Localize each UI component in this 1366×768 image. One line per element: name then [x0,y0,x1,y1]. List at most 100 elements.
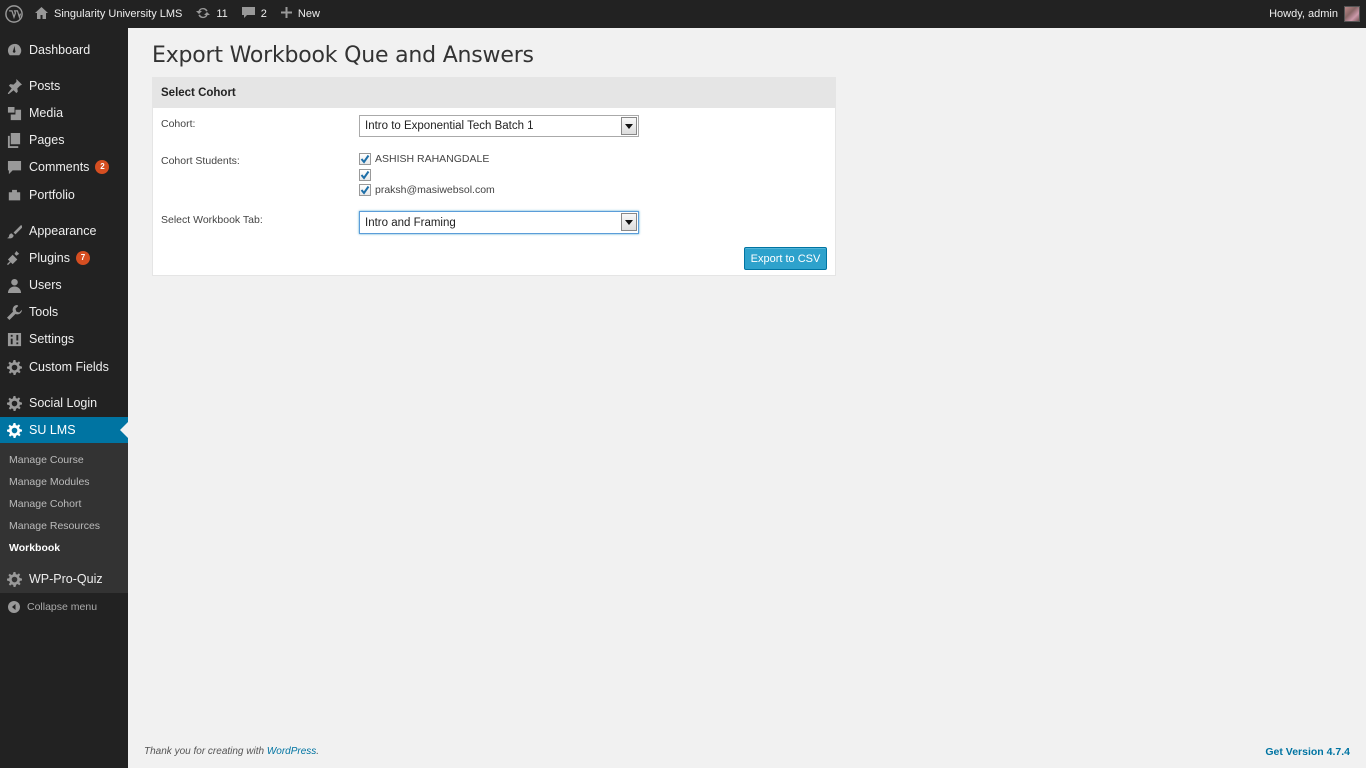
portfolio-icon [6,187,23,204]
sidebar-item-posts[interactable]: Posts [0,73,128,99]
pin-icon [6,78,23,95]
admin-bar: Singularity University LMS 11 2 New Howd… [0,0,1366,28]
sidebar-item-label: SU LMS [29,423,76,437]
sidebar-item-label: Pages [29,133,65,147]
brush-icon [6,223,23,240]
student-checkbox-row: praksh@masiwebsol.com [359,184,495,196]
sidebar-item-tools[interactable]: Tools [0,299,128,325]
avatar [1344,6,1360,22]
sidebar-item-pages[interactable]: Pages [0,127,128,153]
get-version-link[interactable]: Get Version 4.7.4 [1265,746,1350,758]
user-icon [6,277,23,294]
sidebar-item-label: Comments [29,160,90,174]
media-icon [6,105,23,122]
workbook-tab-select[interactable]: Intro and Framing [359,211,639,234]
gear-icon [6,395,23,412]
pages-icon [6,132,23,149]
collapse-menu-button[interactable]: Collapse menu [0,597,128,617]
student-checkbox[interactable] [359,184,371,196]
student-name: ASHISH RAHANGDALE [375,153,490,165]
collapse-arrow-icon [8,601,20,613]
wordpress-link[interactable]: WordPress [267,746,316,757]
submenu-item-manage-resources[interactable]: Manage Resources [9,520,100,532]
wrench-icon [6,304,23,321]
sidebar-item-label: Social Login [29,396,98,410]
sidebar-item-label: Portfolio [29,188,75,202]
workbook-tab-select-value: Intro and Framing [365,216,456,229]
select-cohort-box: Select Cohort Cohort: Intro to Exponenti… [152,77,836,276]
settings-icon [6,331,23,348]
greeting-label: Howdy, admin [1269,8,1338,20]
footer-thanks: Thank you for creating with WordPress. [144,746,319,757]
student-checkbox-row [359,169,375,181]
sidebar-item-label: Media [29,106,64,120]
comment-icon [241,6,255,22]
chevron-down-icon[interactable] [621,117,637,135]
sidebar-item-custom-fields[interactable]: Custom Fields [0,354,128,380]
site-name-label: Singularity University LMS [54,8,183,20]
student-checkbox-row: ASHISH RAHANGDALE [359,153,489,165]
cohort-label: Cohort: [161,118,196,130]
submenu-item-manage-cohort[interactable]: Manage Cohort [9,498,81,510]
sidebar-item-media[interactable]: Media [0,100,128,126]
notification-badge: 7 [76,251,90,265]
plus-icon [280,7,292,21]
new-label: New [297,8,320,20]
gear-icon [6,571,23,588]
plug-icon [6,250,23,267]
updates-link[interactable]: 11 [189,0,234,28]
sidebar-item-label: Dashboard [29,43,91,57]
sidebar-item-label: Plugins [29,251,70,265]
sidebar-item-label: WP-Pro-Quiz [29,572,103,586]
dashboard-icon [6,42,23,59]
cohort-select[interactable]: Intro to Exponential Tech Batch 1 [359,115,639,137]
sidebar-item-label: Settings [29,332,75,346]
gear-icon [6,359,23,376]
notification-badge: 2 [95,160,110,174]
footer-thanks-suffix: . [316,746,320,757]
sidebar-item-label: Appearance [29,224,97,238]
sidebar-item-settings[interactable]: Settings [0,326,128,352]
updates-count: 11 [216,8,228,20]
submenu-item-manage-modules[interactable]: Manage Modules [9,476,90,488]
sidebar-item-appearance[interactable]: Appearance [0,218,128,244]
collapse-menu-label: Collapse menu [27,601,98,613]
sidebar-item-label: Tools [29,305,59,319]
new-content-link[interactable]: New [274,0,327,28]
sidebar-item-label: Posts [29,79,61,93]
submenu-item-manage-course[interactable]: Manage Course [9,454,84,466]
cohort-select-value: Intro to Exponential Tech Batch 1 [365,120,534,132]
sidebar-item-comments[interactable]: Comments 2 [0,154,128,180]
sidebar-item-wp-pro-quiz[interactable]: WP-Pro-Quiz [0,566,128,592]
sidebar-item-label: Custom Fields [29,360,109,374]
admin-sidebar: Manage Course Manage Modules Manage Coho… [0,28,128,768]
sidebar-item-users[interactable]: Users [0,272,128,298]
sidebar-item-su-lms[interactable]: SU LMS [0,417,128,443]
page-title: Export Workbook Que and Answers [152,43,534,68]
sidebar-item-social-login[interactable]: Social Login [0,390,128,416]
home-icon [35,6,48,22]
sidebar-item-label: Users [29,278,62,292]
footer-thanks-prefix: Thank you for creating with [144,746,267,757]
refresh-icon [196,7,211,22]
sidebar-item-portfolio[interactable]: Portfolio [0,182,128,208]
export-csv-button[interactable]: Export to CSV [744,247,827,270]
workbook-tab-label: Select Workbook Tab: [161,214,263,226]
students-label: Cohort Students: [161,155,240,167]
sidebar-item-plugins[interactable]: Plugins 7 [0,245,128,271]
comments-link[interactable]: 2 [235,0,274,28]
student-checkbox[interactable] [359,153,371,165]
student-checkbox[interactable] [359,169,371,181]
student-name: praksh@masiwebsol.com [375,184,495,196]
sidebar-item-dashboard[interactable]: Dashboard [0,37,128,63]
box-title: Select Cohort [153,78,835,108]
submenu-item-workbook[interactable]: Workbook [9,542,60,554]
comments-count: 2 [260,8,267,20]
wordpress-logo-icon[interactable] [0,0,28,28]
chevron-down-icon[interactable] [621,213,637,231]
gear-icon [6,422,23,439]
account-menu[interactable]: Howdy, admin [1262,0,1360,28]
main-content: Export Workbook Que and Answers Select C… [128,28,1366,768]
site-name-link[interactable]: Singularity University LMS [28,0,189,28]
comment-icon [6,159,23,176]
